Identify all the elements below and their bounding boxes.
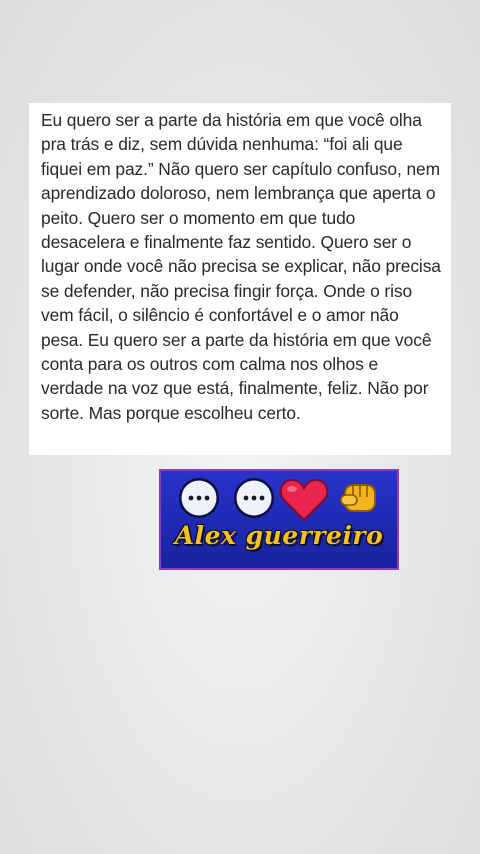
- reaction-icons: [179, 478, 376, 522]
- signature-banner: Alex guerreiro: [159, 469, 399, 570]
- heart-icon: [279, 478, 329, 522]
- chat-bubble-icon: [179, 478, 219, 518]
- signature-text: Alex guerreiro: [174, 521, 384, 550]
- post-text-card: Eu quero ser a parte da história em que …: [29, 103, 451, 455]
- chat-bubble-icon: [234, 478, 274, 518]
- post-text: Eu quero ser a parte da história em que …: [41, 110, 441, 423]
- fist-icon: [340, 484, 376, 512]
